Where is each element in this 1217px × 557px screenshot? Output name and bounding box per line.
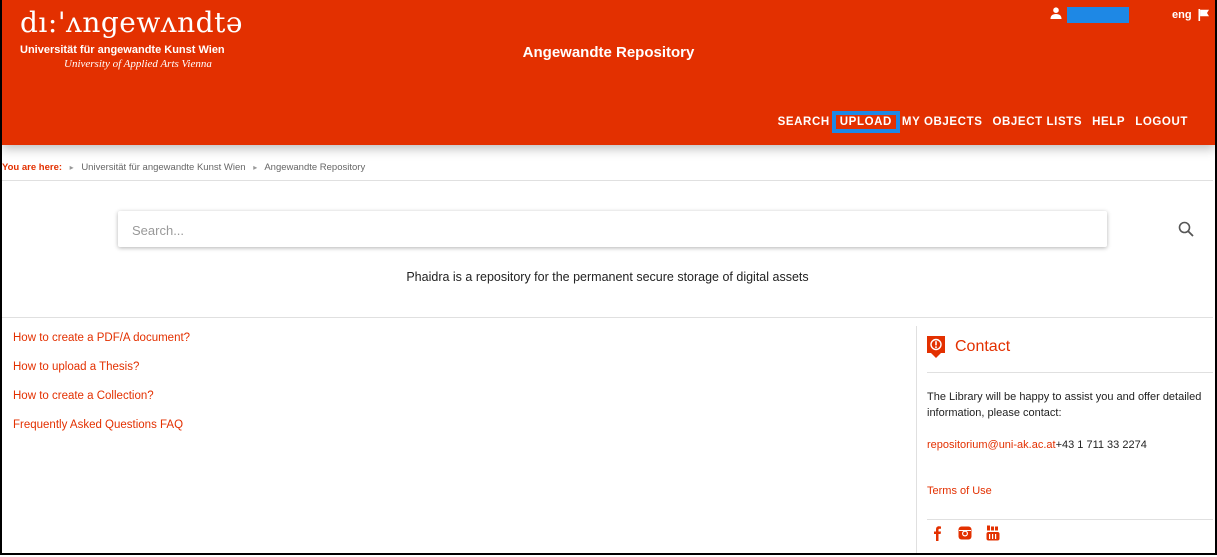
breadcrumb: You are here: ▸ Universität für angewand… [2, 162, 1213, 181]
site-title: Angewandte Repository [522, 44, 695, 61]
nav-help[interactable]: HELP [1087, 114, 1130, 130]
nav-upload[interactable]: UPLOAD [831, 111, 900, 133]
link-pdfa[interactable]: How to create a PDF/A document? [13, 332, 190, 349]
nav-object-lists[interactable]: OBJECT LISTS [987, 114, 1087, 130]
facebook-icon[interactable] [929, 525, 945, 541]
nav-my-objects[interactable]: MY OBJECTS [897, 114, 988, 130]
link-upload-thesis[interactable]: How to upload a Thesis? [13, 361, 190, 378]
youtube-icon[interactable] [985, 525, 1001, 541]
link-faq[interactable]: Frequently Asked Questions FAQ [13, 419, 190, 436]
logo-wordmark[interactable]: dı:'ʌngewʌndtǝ [20, 6, 243, 39]
contact-text: The Library will be happy to assist you … [927, 391, 1202, 419]
contact-icon [927, 336, 945, 358]
section-divider [2, 317, 1213, 318]
site-header: dı:'ʌngewʌndtǝ Universität für angewandt… [2, 0, 1215, 145]
breadcrumb-prefix: You are here: [2, 162, 63, 173]
instagram-icon[interactable] [957, 525, 973, 541]
link-create-collection[interactable]: How to create a Collection? [13, 390, 190, 407]
social-links [929, 525, 1001, 541]
chevron-right-icon: ▸ [253, 163, 258, 172]
help-links: How to create a PDF/A document? How to u… [13, 332, 190, 448]
contact-email-link[interactable]: repositorium@uni-ak.ac.at [927, 439, 1056, 451]
username-field[interactable] [1067, 7, 1129, 23]
contact-divider [927, 372, 1213, 373]
contact-panel: Contact The Library will be happy to ass… [916, 326, 1216, 553]
nav-logout[interactable]: LOGOUT [1130, 114, 1193, 130]
contact-details: repositorium@uni-ak.ac.at+43 1 711 33 22… [927, 439, 1147, 451]
chevron-right-icon: ▸ [69, 163, 74, 172]
flag-icon[interactable] [1198, 9, 1210, 21]
terms-of-use-link[interactable]: Terms of Use [927, 485, 992, 497]
user-icon[interactable] [1050, 7, 1062, 19]
contact-title: Contact [955, 338, 1011, 355]
search-box [118, 211, 1194, 249]
main-nav: SEARCH UPLOAD MY OBJECTS OBJECT LISTS HE… [773, 111, 1193, 133]
language-selector[interactable]: eng [1172, 9, 1192, 21]
nav-search[interactable]: SEARCH [773, 114, 835, 130]
tagline: Phaidra is a repository for the permanen… [406, 270, 809, 284]
search-icon[interactable] [1178, 221, 1194, 237]
contact-divider-bottom [927, 519, 1213, 520]
search-input[interactable] [130, 211, 1054, 249]
contact-phone: +43 1 711 33 2274 [1055, 439, 1147, 451]
breadcrumb-item-repository[interactable]: Angewandte Repository [264, 162, 365, 173]
breadcrumb-item-university[interactable]: Universität für angewandte Kunst Wien [81, 162, 245, 173]
